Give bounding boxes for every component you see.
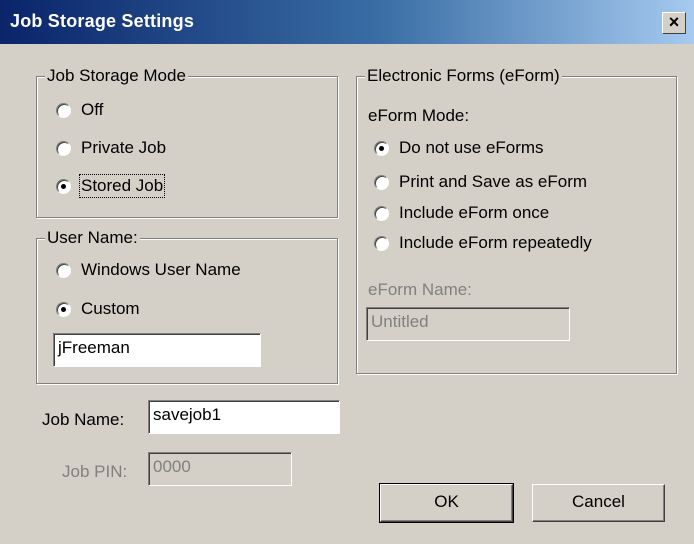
ok-button[interactable]: OK — [379, 483, 514, 523]
radio-windows-user-name-label: Windows User Name — [81, 260, 241, 279]
radio-include-eform-repeatedly[interactable]: Include eForm repeatedly — [374, 233, 592, 253]
cancel-button[interactable]: Cancel — [532, 484, 665, 522]
radio-stored-job-label: Stored Job — [78, 174, 166, 198]
radio-custom-label: Custom — [81, 299, 140, 318]
radio-off[interactable]: Off — [56, 100, 103, 120]
radio-include-eform-once-label: Include eForm once — [399, 203, 550, 222]
job-pin-label: Job PIN: — [62, 462, 128, 481]
user-name-legend: User Name: — [45, 228, 140, 248]
radio-print-and-save-eform-label: Print and Save as eForm — [399, 172, 588, 191]
radio-windows-user-name-button[interactable] — [56, 262, 71, 278]
radio-print-and-save-eform[interactable]: Print and Save as eForm — [374, 172, 587, 192]
custom-user-name-input[interactable]: jFreeman — [53, 333, 261, 367]
radio-include-eform-repeatedly-button[interactable] — [374, 235, 389, 251]
radio-private-job-button[interactable] — [56, 140, 71, 156]
job-name-input[interactable]: savejob1 — [148, 400, 340, 434]
job-pin-input: 0000 — [148, 452, 292, 486]
radio-custom-button[interactable] — [56, 301, 71, 317]
radio-do-not-use-eforms[interactable]: Do not use eForms — [374, 138, 544, 158]
job-name-label: Job Name: — [42, 410, 125, 429]
title-bar: Job Storage Settings × — [0, 0, 694, 44]
close-icon: × — [668, 12, 680, 32]
radio-do-not-use-eforms-label: Do not use eForms — [399, 138, 544, 157]
radio-include-eform-once[interactable]: Include eForm once — [374, 203, 549, 223]
close-button[interactable]: × — [662, 12, 686, 34]
radio-private-job-label: Private Job — [81, 138, 167, 157]
radio-stored-job-button[interactable] — [56, 178, 71, 194]
radio-do-not-use-eforms-button[interactable] — [374, 140, 389, 156]
radio-off-label: Off — [81, 100, 104, 119]
radio-print-and-save-eform-button[interactable] — [374, 174, 389, 190]
job-storage-mode-legend: Job Storage Mode — [45, 66, 188, 86]
radio-include-eform-once-button[interactable] — [374, 205, 389, 221]
eforms-legend: Electronic Forms (eForm) — [365, 66, 562, 86]
radio-private-job[interactable]: Private Job — [56, 138, 166, 158]
radio-windows-user-name[interactable]: Windows User Name — [56, 260, 241, 280]
eform-name-label: eForm Name: — [368, 280, 472, 299]
eform-mode-label: eForm Mode: — [368, 106, 470, 125]
radio-include-eform-repeatedly-label: Include eForm repeatedly — [399, 233, 592, 252]
radio-off-button[interactable] — [56, 102, 71, 118]
radio-stored-job[interactable]: Stored Job — [56, 174, 166, 198]
eform-name-input: Untitled — [366, 307, 570, 341]
radio-custom[interactable]: Custom — [56, 299, 140, 319]
window-title: Job Storage Settings — [10, 11, 195, 31]
